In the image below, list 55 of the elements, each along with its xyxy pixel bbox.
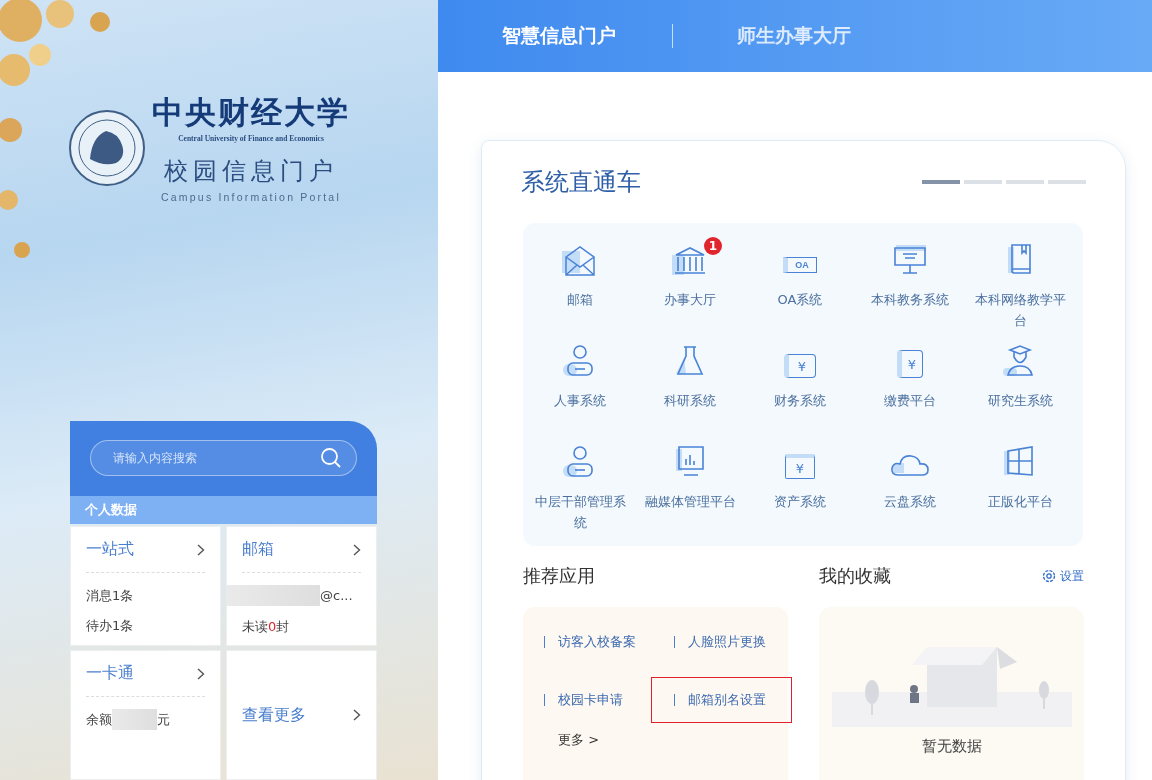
app-shortcut[interactable]: 正版化平台: [965, 437, 1075, 538]
app-shortcut[interactable]: 本科教务系统: [855, 235, 965, 336]
section-title: 我的收藏: [819, 564, 891, 588]
app-link[interactable]: 邮箱别名设置: [674, 694, 766, 706]
oa-icon: OA: [783, 257, 817, 273]
section-title: 推荐应用: [523, 564, 595, 588]
balance-label: 余额: [86, 710, 112, 729]
section-title: 系统直通车: [521, 167, 641, 198]
card-title[interactable]: 一卡通: [86, 663, 134, 684]
nav-tab[interactable]: 智慧信息门户: [502, 23, 616, 49]
card-line: 消息1条: [86, 587, 135, 605]
app-shortcut[interactable]: 云盘系统: [855, 437, 965, 538]
search-input[interactable]: 请输入内容搜索: [111, 450, 310, 466]
app-shortcut[interactable]: ¥ 财务系统: [745, 336, 855, 437]
more-link[interactable]: 更多 >: [558, 731, 600, 749]
settings-icon[interactable]: [1042, 569, 1056, 583]
app-shortcut[interactable]: 邮箱: [525, 235, 635, 336]
app-shortcut[interactable]: 科研系统: [635, 336, 745, 437]
email-address: @c...: [320, 588, 353, 603]
yuan-icon: ¥: [784, 354, 816, 378]
unread-count: 未读0封: [242, 618, 291, 636]
card-line: 待办1条: [86, 617, 135, 635]
portal-title: 校园信息门户: [164, 156, 338, 187]
app-shortcut[interactable]: 人事系统: [525, 336, 635, 437]
search-icon[interactable]: [320, 447, 342, 469]
card-title[interactable]: 邮箱: [242, 539, 274, 560]
empty-message: 暂无数据: [921, 737, 982, 756]
portal-subtitle: Campus Information Portal: [161, 191, 341, 203]
redacted-block: [112, 709, 157, 730]
app-shortcut[interactable]: ¥ 缴费平台: [855, 336, 965, 437]
notification-badge: 1: [704, 237, 722, 255]
app-link[interactable]: 人脸照片更换: [674, 636, 766, 648]
app-shortcut[interactable]: ¥ 资产系统: [745, 437, 855, 538]
card-title[interactable]: 一站式: [86, 539, 134, 560]
app-shortcut[interactable]: 本科网络教学平台: [965, 235, 1075, 336]
ticket-icon: ¥: [785, 454, 815, 479]
chevron-icon[interactable]: [197, 667, 205, 680]
app-shortcut[interactable]: 中层干部管理系统: [525, 437, 635, 538]
app-shortcut[interactable]: 研究生系统: [965, 336, 1075, 437]
university-name: 中央财经大学: [152, 93, 350, 132]
search-field[interactable]: 请输入内容搜索: [90, 440, 357, 476]
yuan-icon: ¥: [897, 350, 923, 378]
chevron-icon[interactable]: [353, 709, 361, 721]
settings-button[interactable]: 设置: [1042, 567, 1084, 585]
section-title: 个人数据: [70, 496, 377, 524]
view-more-link[interactable]: 查看更多: [242, 704, 306, 726]
app-link[interactable]: 校园卡申请: [544, 694, 623, 706]
emblem-icon: [68, 108, 146, 187]
app-link[interactable]: 访客入校备案: [544, 636, 636, 648]
balance-unit: 元: [157, 710, 170, 729]
chevron-icon[interactable]: [197, 543, 205, 556]
app-shortcut[interactable]: 1 办事大厅: [635, 235, 745, 336]
app-shortcut[interactable]: 融媒体管理平台: [635, 437, 745, 538]
chevron-icon[interactable]: [353, 543, 361, 556]
app-shortcut[interactable]: OA OA系统: [745, 235, 855, 336]
